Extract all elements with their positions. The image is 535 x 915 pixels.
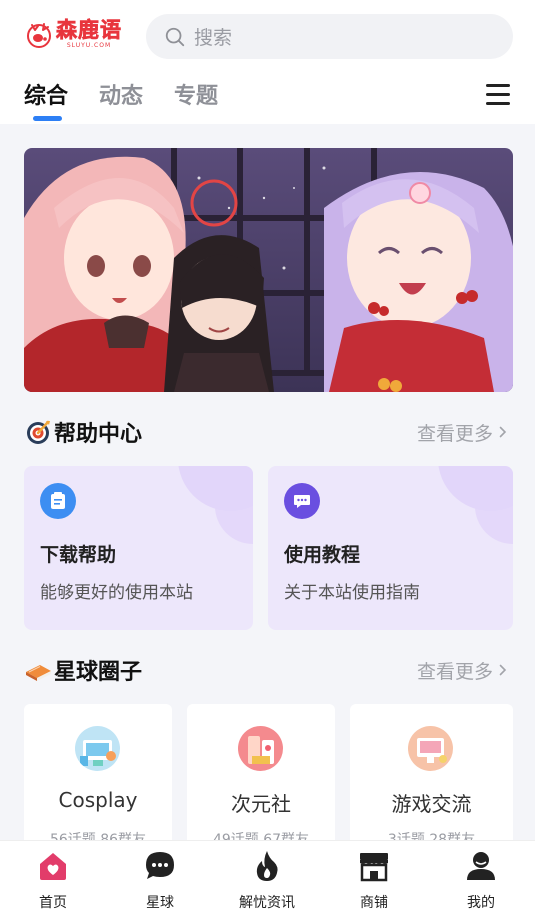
help-view-more-link[interactable]: 查看更多 xyxy=(417,419,507,446)
nav-label: 我的 xyxy=(467,895,495,911)
nav-profile[interactable]: 我的 xyxy=(441,849,521,912)
help-center-header: 帮助中心 查看更多 xyxy=(24,416,513,448)
nav-store[interactable]: 商铺 xyxy=(334,849,414,912)
card-description: 能够更好的使用本站 xyxy=(40,583,193,603)
chat-icon xyxy=(284,483,320,519)
hamburger-menu-icon[interactable] xyxy=(486,84,510,106)
circle-card-game-exchange[interactable]: 游戏交流 3话题 28群友 xyxy=(350,704,513,854)
section-title: 帮助中心 xyxy=(54,422,143,447)
chevron-right-icon xyxy=(499,664,507,676)
logo-subtext: SLUYU.COM xyxy=(66,42,112,49)
flame-icon xyxy=(256,851,278,881)
content-tabs: 综合 动态 专题 xyxy=(24,78,249,121)
top-header: 森鹿语 SLUYU.COM 搜索 综合 动态 专题 xyxy=(0,0,535,124)
tab-label: 综合 xyxy=(24,84,69,109)
tab-topics[interactable]: 专题 xyxy=(174,78,218,118)
store-icon xyxy=(360,853,388,882)
nav-home[interactable]: 首页 xyxy=(13,849,93,912)
book-icon xyxy=(26,665,51,681)
document-icon xyxy=(40,483,76,519)
nav-news[interactable]: 解忧资讯 xyxy=(227,849,307,912)
view-more-label: 查看更多 xyxy=(416,422,493,445)
circle-avatar xyxy=(408,726,453,771)
card-title: 下载帮助 xyxy=(40,544,117,566)
circle-avatar xyxy=(75,726,120,771)
home-icon xyxy=(40,853,66,880)
circle-card-ciyuanshe[interactable]: 次元社 49话题 67群友 xyxy=(187,704,335,854)
message-icon xyxy=(146,852,174,879)
site-logo[interactable]: 森鹿语 SLUYU.COM xyxy=(24,16,130,52)
download-help-card[interactable]: 下载帮助 能够更好的使用本站 xyxy=(24,466,253,630)
tab-dynamic[interactable]: 动态 xyxy=(99,78,143,118)
bottom-navigation: 首页 星球 解忧资讯 商铺 我的 xyxy=(0,840,535,915)
nav-label: 解忧资讯 xyxy=(239,895,295,911)
anime-banner-illustration xyxy=(24,148,513,392)
card-description: 关于本站使用指南 xyxy=(284,583,420,603)
hero-banner[interactable] xyxy=(24,148,513,392)
card-title: 使用教程 xyxy=(284,544,361,566)
circle-name: Cosplay xyxy=(58,788,138,812)
search-icon xyxy=(165,27,185,46)
usage-tutorial-card[interactable]: 使用教程 关于本站使用指南 xyxy=(268,466,513,630)
tab-label: 专题 xyxy=(174,84,219,109)
target-icon xyxy=(27,420,50,444)
view-more-label: 查看更多 xyxy=(416,660,493,683)
tab-label: 动态 xyxy=(99,84,144,109)
circle-name: 游戏交流 xyxy=(391,792,472,816)
nav-label: 首页 xyxy=(39,895,67,911)
logo-text: 森鹿语 xyxy=(56,18,122,43)
section-title: 星球圈子 xyxy=(54,660,143,685)
tab-comprehensive[interactable]: 综合 xyxy=(24,78,69,121)
nav-label: 商铺 xyxy=(360,895,388,911)
circle-avatar xyxy=(238,726,283,771)
nav-planet[interactable]: 星球 xyxy=(120,849,200,912)
nav-label: 星球 xyxy=(146,895,174,911)
search-placeholder: 搜索 xyxy=(194,27,233,49)
chevron-right-icon xyxy=(499,426,507,438)
search-input[interactable]: 搜索 xyxy=(146,14,513,59)
planet-circle-header: 星球圈子 查看更多 xyxy=(24,654,513,686)
deer-logo-icon xyxy=(27,23,51,48)
circles-view-more-link[interactable]: 查看更多 xyxy=(417,657,507,684)
circle-card-cosplay[interactable]: Cosplay 56话题 86群友 xyxy=(24,704,172,854)
active-tab-indicator xyxy=(33,116,62,121)
user-icon xyxy=(467,852,495,880)
circle-name: 次元社 xyxy=(231,792,291,816)
